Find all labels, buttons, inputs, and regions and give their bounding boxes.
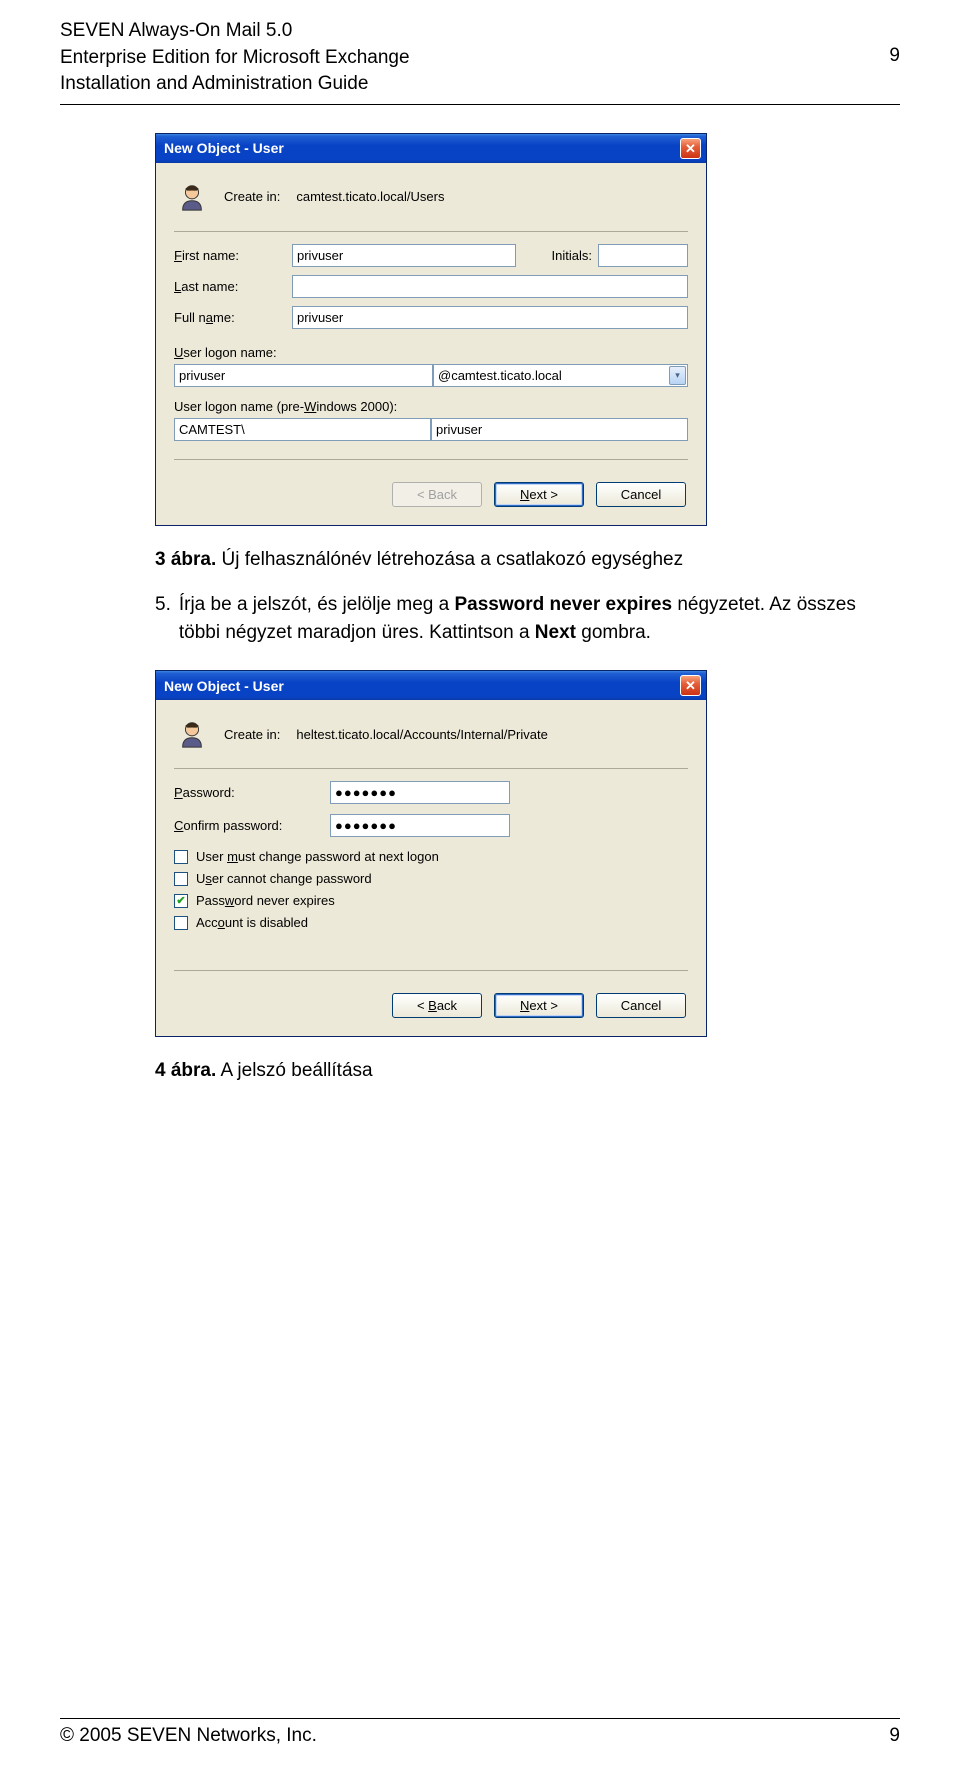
close-button[interactable]: ✕ [680,675,701,696]
must-change-checkbox-row[interactable]: User must change password at next logon [174,849,688,864]
initials-field[interactable] [598,244,688,267]
back-button[interactable]: < Back [392,993,482,1018]
cancel-button[interactable]: Cancel [596,482,686,507]
next-button[interactable]: Next > [494,993,584,1018]
doc-header: SEVEN Always-On Mail 5.0 Enterprise Edit… [60,18,900,105]
first-name-field[interactable] [292,244,516,267]
password-label: Password: [174,785,324,800]
create-in-label: Create in: [224,189,280,204]
logon-name-field[interactable] [174,364,433,387]
initials-label: Initials: [522,248,592,263]
logon-name-label: User logon name: [174,345,688,360]
never-expires-label: Password never expires [196,893,335,908]
create-in-path: heltest.ticato.local/Accounts/Internal/P… [296,727,547,742]
figure-4-caption: 4 ábra. A jelszó beállítása [155,1057,870,1085]
header-page-number: 9 [889,45,900,72]
user-head-icon [176,181,208,213]
cancel-button[interactable]: Cancel [596,993,686,1018]
window-title: New Object - User [164,678,284,694]
cannot-change-checkbox-row[interactable]: User cannot change password [174,871,688,886]
full-name-label: Full name: [174,310,286,325]
titlebar: New Object - User ✕ [156,134,706,163]
separator [174,231,688,232]
separator [174,768,688,769]
confirm-password-label: Confirm password: [174,818,324,833]
new-user-dialog-1: New Object - User ✕ Create in: camtest.t… [155,133,707,526]
header-rule [60,104,900,105]
checkbox-unchecked-icon [174,872,188,886]
back-button: < Back [392,482,482,507]
last-name-label: Last name: [174,279,286,294]
window-title: New Object - User [164,140,284,156]
figure-3-caption: 3 ábra. Új felhasználónév létrehozása a … [155,546,870,574]
user-head-icon [176,718,208,750]
create-in-label: Create in: [224,727,280,742]
domain-combo[interactable]: @camtest.ticato.local ▾ [433,364,688,387]
footer-copyright: © 2005 SEVEN Networks, Inc. [60,1725,317,1747]
account-disabled-checkbox-row[interactable]: Account is disabled [174,915,688,930]
doc-footer: © 2005 SEVEN Networks, Inc. 9 [60,1718,900,1747]
header-line-1: SEVEN Always-On Mail 5.0 [60,18,900,45]
header-line-2: Enterprise Edition for Microsoft Exchang… [60,45,410,72]
checkbox-checked-icon: ✔ [174,894,188,908]
cannot-change-label: User cannot change password [196,871,372,886]
full-name-field[interactable] [292,306,688,329]
header-line-3: Installation and Administration Guide [60,71,900,98]
must-change-label: User must change password at next logon [196,849,439,864]
checkbox-unchecked-icon [174,916,188,930]
close-button[interactable]: ✕ [680,138,701,159]
checkbox-unchecked-icon [174,850,188,864]
close-icon: ✕ [685,679,696,692]
pre2000-user-field[interactable] [431,418,688,441]
close-icon: ✕ [685,142,696,155]
titlebar: New Object - User ✕ [156,671,706,700]
never-expires-checkbox-row[interactable]: ✔ Password never expires [174,893,688,908]
create-in-path: camtest.ticato.local/Users [296,189,444,204]
separator [174,970,688,971]
account-disabled-label: Account is disabled [196,915,308,930]
separator [174,459,688,460]
last-name-field[interactable] [292,275,688,298]
new-user-dialog-2: New Object - User ✕ Create in: heltest.t… [155,670,707,1037]
first-name-label: First name: [174,248,286,263]
confirm-password-field[interactable] [330,814,510,837]
next-button[interactable]: Next > [494,482,584,507]
footer-page-number: 9 [889,1725,900,1747]
password-field[interactable] [330,781,510,804]
step-5-text: 5. Írja be a jelszót, és jelölje meg a P… [155,591,870,646]
pre2000-label: User logon name (pre-Windows 2000): [174,399,397,414]
chevron-down-icon: ▾ [669,366,686,385]
pre2000-domain-field [174,418,431,441]
domain-value: @camtest.ticato.local [438,368,562,383]
